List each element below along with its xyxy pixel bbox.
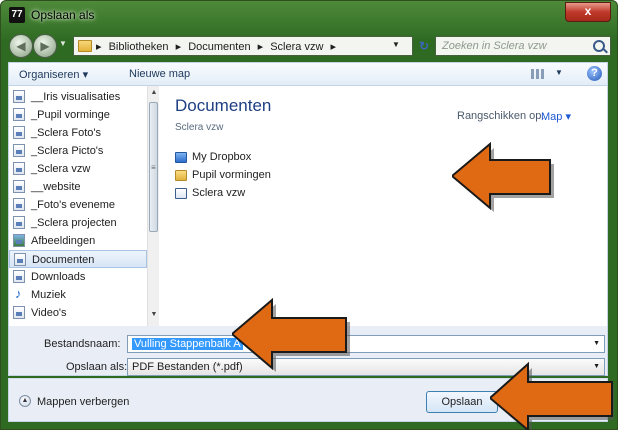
- sidebar-item-fotos-evenementen[interactable]: _Foto's eveneme: [9, 196, 147, 214]
- help-icon[interactable]: ?: [587, 66, 602, 81]
- address-bar[interactable]: ▸ Bibliotheken ▸ Documenten ▸ Sclera vzw…: [73, 36, 413, 56]
- navigation-pane: __Iris visualisaties _Pupil vorminge _Sc…: [9, 86, 159, 326]
- save-type-label: Opslaan als:: [66, 361, 128, 373]
- sidebar-item-label: _Sclera Foto's: [31, 127, 101, 139]
- grip-icon: ≡: [151, 163, 156, 172]
- sidebar-item-sclera-fotos[interactable]: _Sclera Foto's: [9, 124, 147, 142]
- library-doc-icon: [13, 108, 25, 121]
- sidebar-item-website[interactable]: __website: [9, 178, 147, 196]
- views-dropdown-icon[interactable]: ▼: [555, 68, 563, 77]
- history-dropdown-icon[interactable]: ▼: [59, 39, 67, 48]
- sidebar-item-afbeeldingen[interactable]: Afbeeldingen: [9, 232, 147, 250]
- sidebar-item-sclera-projecten[interactable]: _Sclera projecten: [9, 214, 147, 232]
- refresh-icon[interactable]: ↻: [415, 38, 433, 54]
- scroll-up-icon[interactable]: ▲: [148, 86, 159, 100]
- breadcrumb-separator-icon: ▸: [175, 41, 182, 53]
- library-doc-icon: [13, 90, 25, 103]
- forward-button[interactable]: ▶: [33, 34, 57, 58]
- organize-button[interactable]: Organiseren ▾: [19, 68, 88, 81]
- library-doc-icon: [13, 162, 25, 175]
- sidebar-item-label: Downloads: [31, 271, 86, 283]
- collapse-icon[interactable]: ▲: [19, 395, 31, 407]
- new-folder-button[interactable]: Nieuwe map: [129, 68, 190, 80]
- filename-label: Bestandsnaam:: [44, 338, 121, 350]
- breadcrumb-separator-icon: ▸: [257, 41, 264, 53]
- sidebar-item-label: Documenten: [32, 254, 95, 266]
- breadcrumb-item-sclera[interactable]: Sclera vzw: [270, 41, 323, 53]
- sidebar-item-label: Video's: [31, 307, 67, 319]
- search-input[interactable]: Zoeken in Sclera vzw: [435, 36, 611, 56]
- titlebar: 77 Opslaan als x: [1, 1, 617, 29]
- library-doc-icon: [13, 144, 25, 157]
- folder-icon: [78, 40, 92, 52]
- library-doc-icon: [13, 126, 25, 139]
- document-icon: [175, 188, 187, 199]
- folder-icon: [175, 170, 187, 181]
- library-doc-icon: [13, 216, 25, 229]
- views-icon[interactable]: [531, 69, 545, 79]
- breadcrumb-item-bibliotheken[interactable]: Bibliotheken: [109, 41, 169, 53]
- close-button[interactable]: x: [565, 2, 611, 22]
- arrange-dropdown[interactable]: Map ▾: [541, 110, 571, 123]
- library-doc-icon: [13, 306, 25, 319]
- sidebar-item-muziek[interactable]: Muziek: [9, 286, 147, 304]
- command-toolbar: Organiseren ▾ Nieuwe map ▼ ?: [8, 62, 608, 86]
- dropbox-folder-icon: [175, 152, 187, 163]
- annotation-arrow-save: [490, 361, 614, 430]
- sidebar-item-label: __Iris visualisaties: [31, 91, 121, 103]
- save-type-value: PDF Bestanden (*.pdf): [132, 361, 243, 373]
- filename-dropdown-icon[interactable]: ▼: [593, 340, 600, 347]
- sidebar-item-label: __website: [31, 181, 81, 193]
- library-doc-icon: [13, 270, 25, 283]
- window-title: Opslaan als: [31, 8, 95, 22]
- sidebar-item-pupil[interactable]: _Pupil vorminge: [9, 106, 147, 124]
- search-placeholder: Zoeken in Sclera vzw: [442, 40, 547, 52]
- sidebar-item-label: _Pupil vorminge: [31, 109, 110, 121]
- file-label: Pupil vormingen: [192, 169, 271, 181]
- sidebar-item-label: _Sclera vzw: [31, 163, 91, 175]
- annotation-arrow-filename: [232, 298, 350, 372]
- address-dropdown-icon[interactable]: ▼: [392, 40, 400, 49]
- filename-value: Vulling Stappenbalk A: [132, 338, 243, 350]
- sidebar-item-label: _Sclera Picto's: [31, 145, 104, 157]
- library-doc-icon: [13, 198, 25, 211]
- file-label: Sclera vzw: [192, 187, 246, 199]
- sidebar-item-label: _Foto's eveneme: [31, 199, 116, 211]
- library-subtitle: Sclera vzw: [175, 122, 224, 133]
- pictures-icon: [13, 234, 25, 247]
- breadcrumb-item-documenten[interactable]: Documenten: [188, 41, 250, 53]
- app-icon: 77: [9, 7, 25, 23]
- breadcrumb: ▸ Bibliotheken ▸ Documenten ▸ Sclera vzw…: [96, 40, 340, 53]
- search-icon[interactable]: [593, 40, 605, 52]
- library-doc-icon: [13, 180, 25, 193]
- sidebar-item-label: Muziek: [31, 289, 66, 301]
- sidebar-scrollbar[interactable]: ▲ ≡ ▼: [147, 86, 159, 326]
- breadcrumb-separator-icon: ▸: [330, 41, 336, 53]
- sidebar-item-documenten[interactable]: Documenten: [9, 250, 147, 268]
- scroll-thumb[interactable]: ≡: [149, 102, 158, 232]
- navigation-bar: ◀ ▶ ▼ ▸ Bibliotheken ▸ Documenten ▸ Scle…: [1, 31, 617, 59]
- sidebar-item-sclera-vzw[interactable]: _Sclera vzw: [9, 160, 147, 178]
- sidebar-item-downloads[interactable]: Downloads: [9, 268, 147, 286]
- sidebar-item-label: _Sclera projecten: [31, 217, 117, 229]
- scroll-down-icon[interactable]: ▼: [148, 308, 159, 322]
- annotation-arrow-files: [452, 142, 554, 212]
- save-button[interactable]: Opslaan: [426, 391, 498, 413]
- documents-icon: [14, 253, 26, 266]
- sidebar-item-label: Afbeeldingen: [31, 235, 96, 247]
- arrange-label: Rangschikken op:: [457, 110, 545, 122]
- filename-field[interactable]: Vulling Stappenbalk A ▼: [127, 335, 605, 353]
- hide-folders-link[interactable]: Mappen verbergen: [37, 396, 129, 408]
- library-title: Documenten: [175, 96, 272, 115]
- music-icon: [13, 288, 25, 301]
- sidebar-item-iris[interactable]: __Iris visualisaties: [9, 88, 147, 106]
- file-label: My Dropbox: [192, 151, 252, 163]
- back-button[interactable]: ◀: [9, 34, 33, 58]
- breadcrumb-separator-icon: ▸: [96, 41, 102, 53]
- sidebar-item-videos[interactable]: Video's: [9, 304, 147, 322]
- sidebar-item-sclera-pictos[interactable]: _Sclera Picto's: [9, 142, 147, 160]
